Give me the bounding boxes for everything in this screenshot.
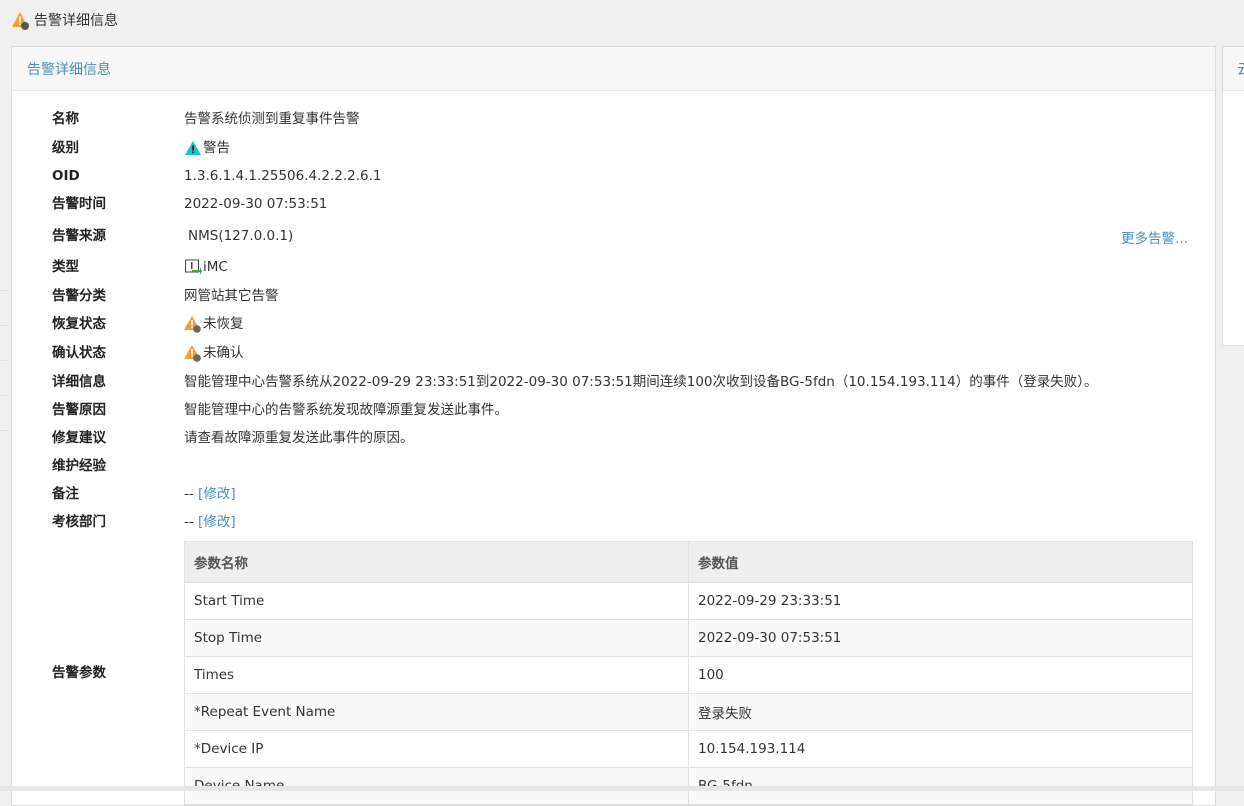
param-value: 100	[688, 656, 1193, 694]
confirm-value: 未确认	[203, 345, 244, 361]
window-title: 告警详细信息	[34, 13, 118, 29]
unrecovered-icon	[184, 316, 201, 333]
table-header-row: 参数名称 参数值	[184, 541, 1193, 583]
recover-value: 未恢复	[203, 316, 244, 332]
field-label: 告警来源	[52, 228, 106, 244]
param-name: Times	[184, 656, 689, 694]
field-value: 智能管理中心告警系统从2022-09-29 23:33:51到2022-09-3…	[184, 374, 1098, 390]
imc-icon	[185, 259, 202, 275]
left-edge-marks	[0, 290, 8, 470]
field-value: 请查看故障源重复发送此事件的原因。	[184, 430, 414, 446]
panel-header: 告警详细信息	[12, 47, 1215, 91]
alarm-icon	[12, 12, 29, 30]
param-value: 2022-09-30 07:53:51	[688, 619, 1193, 657]
field-label: 类型	[52, 259, 79, 275]
param-value: 登录失败	[688, 693, 1193, 731]
table-row: Stop Time 2022-09-30 07:53:51	[184, 619, 1193, 657]
table-row: Start Time 2022-09-29 23:33:51	[184, 582, 1193, 620]
param-name: *Device IP	[184, 730, 689, 768]
field-value: 告警系统侦测到重复事件告警	[184, 111, 360, 127]
params-table: 参数名称 参数值 Start Time 2022-09-29 23:33:51 …	[184, 541, 1193, 805]
title-bar: 告警详细信息	[0, 0, 1244, 40]
dept-value: --	[184, 514, 194, 530]
unconfirmed-icon	[184, 345, 201, 362]
table-row: *Repeat Event Name 登录失败	[184, 693, 1193, 731]
column-header-value[interactable]: 参数值	[688, 541, 1193, 583]
column-header-name[interactable]: 参数名称	[184, 541, 689, 583]
field-label: 修复建议	[52, 430, 106, 446]
table-row: *Device IP 10.154.193.114	[184, 730, 1193, 768]
field-label: 告警分类	[52, 288, 106, 304]
level-value: 警告	[203, 140, 230, 156]
remark-value: --	[184, 486, 194, 502]
field-label: 级别	[52, 140, 79, 156]
table-row: Times 100	[184, 656, 1193, 694]
param-name: Stop Time	[184, 619, 689, 657]
field-label: 详细信息	[52, 374, 106, 390]
param-value: 10.154.193.114	[688, 730, 1193, 768]
field-label: 备注	[52, 486, 79, 502]
source-link[interactable]: NMS(127.0.0.1)	[188, 226, 293, 246]
field-label: 告警时间	[52, 196, 106, 212]
param-name: Start Time	[184, 582, 689, 620]
field-label: 恢复状态	[52, 316, 106, 332]
more-alarms-link[interactable]: 更多告警...	[1121, 227, 1188, 247]
field-value: 1.3.6.1.4.1.25506.4.2.2.2.6.1	[184, 168, 382, 184]
field-label: OID	[52, 168, 80, 184]
bottom-scroll-edge	[0, 786, 1244, 791]
panel-title: 告警详细信息	[27, 62, 111, 78]
field-label: 名称	[52, 111, 79, 127]
field-value: 网管站其它告警	[184, 288, 279, 304]
field-value: 智能管理中心的告警系统发现故障源重复发送此事件。	[184, 402, 508, 418]
field-value: 2022-09-30 07:53:51	[184, 196, 328, 212]
param-name: *Repeat Event Name	[184, 693, 689, 731]
side-panel: 云	[1222, 46, 1244, 346]
params-label: 告警参数	[52, 665, 106, 681]
param-value: 2022-09-29 23:33:51	[688, 582, 1193, 620]
type-value: iMC	[203, 259, 228, 275]
side-panel-title: 云	[1237, 59, 1244, 79]
remark-edit-link[interactable]: [修改]	[198, 484, 236, 504]
dept-edit-link[interactable]: [修改]	[198, 512, 236, 532]
warning-triangle-icon	[185, 141, 201, 155]
field-label: 考核部门	[52, 514, 106, 530]
field-label: 告警原因	[52, 402, 106, 418]
field-label: 确认状态	[52, 345, 106, 361]
field-label: 维护经验	[52, 458, 106, 474]
